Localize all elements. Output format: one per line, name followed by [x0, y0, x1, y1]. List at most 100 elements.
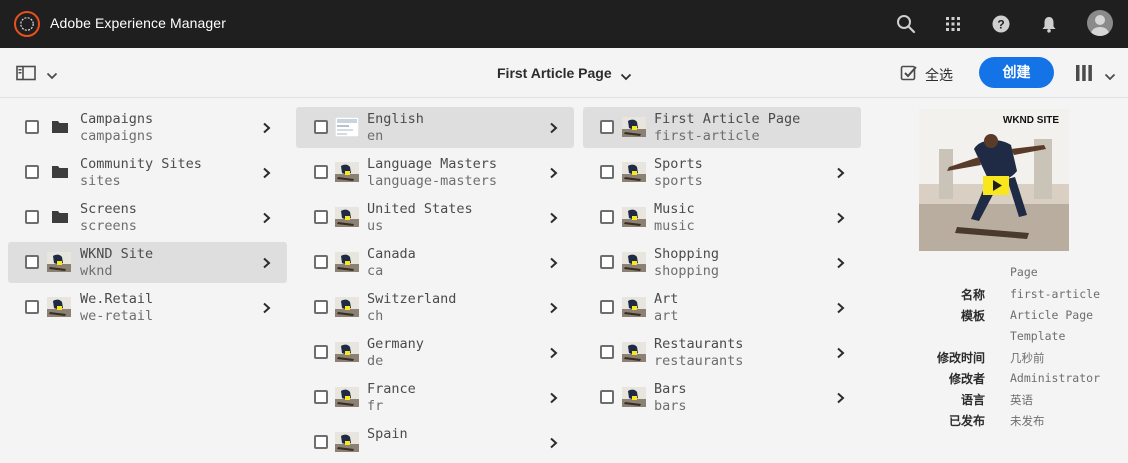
meta-value: Template	[1010, 329, 1066, 343]
row-checkbox[interactable]	[600, 210, 614, 224]
aem-logo-icon[interactable]	[14, 11, 40, 37]
row-checkbox[interactable]	[25, 165, 39, 179]
list-item[interactable]: Screens screens	[8, 197, 287, 238]
row-checkbox[interactable]	[314, 165, 328, 179]
create-button[interactable]: 创建	[979, 57, 1054, 88]
item-title: United States	[367, 201, 473, 217]
list-item[interactable]: Switzerland ch	[296, 287, 574, 328]
row-checkbox[interactable]	[25, 210, 39, 224]
list-item[interactable]: Music music	[583, 197, 861, 238]
chevron-right-icon[interactable]	[262, 256, 272, 274]
page-thumbnail	[622, 117, 646, 137]
chevron-right-icon[interactable]	[549, 211, 559, 229]
chevron-right-icon[interactable]	[262, 166, 272, 184]
item-title: Language Masters	[367, 156, 498, 172]
row-checkbox[interactable]	[314, 300, 328, 314]
list-item[interactable]: Shopping shopping	[583, 242, 861, 283]
row-checkbox[interactable]	[600, 255, 614, 269]
list-item[interactable]: Sports sports	[583, 152, 861, 193]
chevron-right-icon[interactable]	[262, 211, 272, 229]
list-item[interactable]: France fr	[296, 377, 574, 418]
list-item[interactable]: Restaurants restaurants	[583, 332, 861, 373]
chevron-right-icon[interactable]	[836, 211, 846, 229]
chevron-right-icon[interactable]	[549, 436, 559, 454]
select-all-icon[interactable]	[900, 64, 918, 87]
chevron-right-icon[interactable]	[549, 256, 559, 274]
list-item[interactable]: Germany de	[296, 332, 574, 373]
page-thumbnail-preview: WKND SITE	[919, 109, 1069, 251]
chevron-right-icon[interactable]	[836, 256, 846, 274]
chevron-down-icon[interactable]	[46, 67, 58, 85]
app-title[interactable]: Adobe Experience Manager	[50, 15, 226, 31]
help-icon[interactable]: ?	[988, 11, 1014, 37]
row-checkbox[interactable]	[314, 210, 328, 224]
page-thumbnail	[335, 252, 359, 272]
item-name: screens	[80, 218, 137, 234]
row-checkbox[interactable]	[600, 390, 614, 404]
user-avatar[interactable]	[1087, 10, 1113, 36]
item-name: restaurants	[654, 353, 744, 369]
meta-key: 名称	[960, 288, 985, 302]
row-checkbox[interactable]	[600, 165, 614, 179]
row-checkbox[interactable]	[314, 390, 328, 404]
brand-label: WKND SITE	[1002, 115, 1059, 126]
row-checkbox[interactable]	[25, 300, 39, 314]
chevron-right-icon[interactable]	[836, 391, 846, 409]
row-checkbox[interactable]	[600, 300, 614, 314]
chevron-right-icon[interactable]	[262, 121, 272, 139]
shell-bar: Adobe Experience Manager ?	[0, 0, 1128, 48]
notifications-icon[interactable]	[1036, 11, 1062, 37]
list-item[interactable]: Art art	[583, 287, 861, 328]
row-checkbox[interactable]	[314, 255, 328, 269]
chevron-right-icon[interactable]	[262, 301, 272, 319]
page-thumbnail	[622, 342, 646, 362]
list-item[interactable]: Bars bars	[583, 377, 861, 418]
select-all-button[interactable]: 全选	[925, 65, 953, 85]
row-checkbox[interactable]	[314, 120, 328, 134]
list-item[interactable]: Community Sites sites	[8, 152, 287, 193]
chevron-right-icon[interactable]	[549, 346, 559, 364]
item-name: ca	[367, 263, 384, 279]
item-title: Switzerland	[367, 291, 457, 307]
row-checkbox[interactable]	[25, 255, 39, 269]
column-view-icon[interactable]	[1075, 64, 1093, 87]
chevron-right-icon[interactable]	[836, 301, 846, 319]
item-name: sports	[654, 173, 703, 189]
item-name: bars	[654, 398, 687, 414]
chevron-right-icon[interactable]	[549, 301, 559, 319]
list-item[interactable]: WKND Site wknd	[8, 242, 287, 283]
chevron-right-icon[interactable]	[549, 166, 559, 184]
list-item[interactable]: Spain	[296, 422, 574, 463]
breadcrumb-chevron-down-icon[interactable]	[620, 68, 632, 86]
breadcrumb[interactable]: First Article Page	[497, 65, 612, 81]
side-rail-toggle-icon[interactable]	[16, 65, 36, 86]
list-item[interactable]: We.Retail we-retail	[8, 287, 287, 328]
item-name: music	[654, 218, 695, 234]
list-item[interactable]: Campaigns campaigns	[8, 107, 287, 148]
page-thumbnail	[47, 252, 71, 272]
item-title: Community Sites	[80, 156, 202, 172]
meta-value: 英语	[1010, 393, 1033, 407]
row-checkbox[interactable]	[600, 120, 614, 134]
chevron-right-icon[interactable]	[836, 346, 846, 364]
row-checkbox[interactable]	[25, 120, 39, 134]
row-checkbox[interactable]	[600, 345, 614, 359]
row-checkbox[interactable]	[314, 345, 328, 359]
item-title: Shopping	[654, 246, 720, 262]
item-title: We.Retail	[80, 291, 154, 307]
view-chevron-down-icon[interactable]	[1104, 68, 1116, 86]
chevron-right-icon[interactable]	[549, 391, 559, 409]
chevron-right-icon[interactable]	[549, 121, 559, 139]
apps-icon[interactable]	[940, 11, 966, 37]
row-checkbox[interactable]	[314, 435, 328, 449]
list-item[interactable]: United States us	[296, 197, 574, 238]
list-item[interactable]: Canada ca	[296, 242, 574, 283]
svg-text:?: ?	[997, 18, 1004, 32]
search-icon[interactable]	[893, 11, 919, 37]
meta-key: 模板	[960, 309, 985, 323]
list-item[interactable]: English en	[296, 107, 574, 148]
list-item[interactable]: First Article Page first-article	[583, 107, 861, 148]
item-name: first-article	[654, 128, 760, 144]
chevron-right-icon[interactable]	[836, 166, 846, 184]
list-item[interactable]: Language Masters language-masters	[296, 152, 574, 193]
